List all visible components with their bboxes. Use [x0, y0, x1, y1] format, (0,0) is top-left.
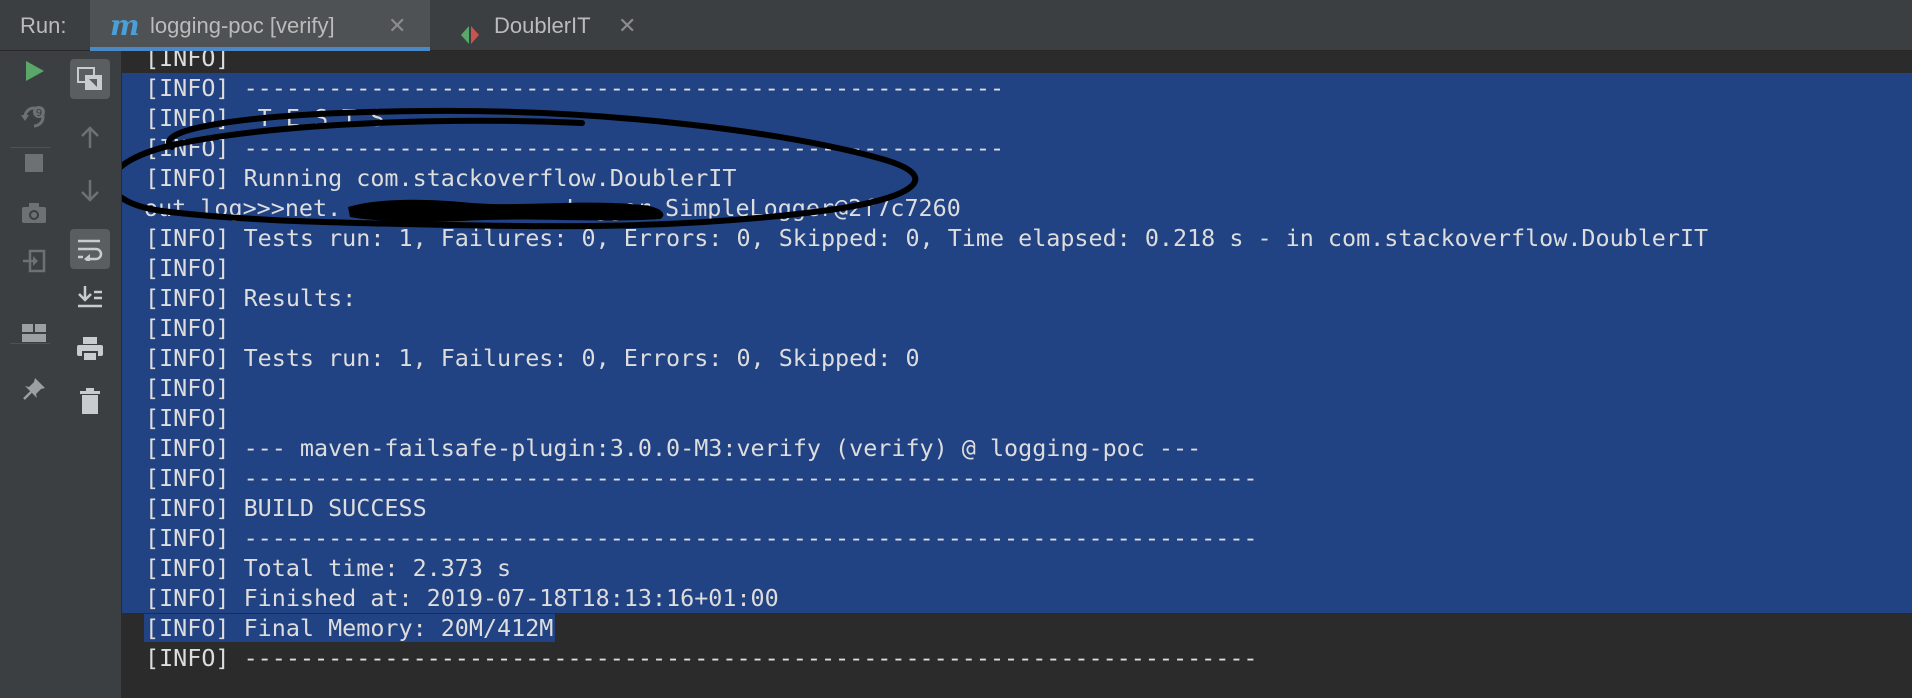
console-line: [INFO] Running com.stackoverflow.Doubler… — [122, 163, 1912, 193]
console-line: [INFO] Total time: 2.373 s — [122, 553, 1912, 583]
restore-layout-button[interactable] — [70, 59, 110, 99]
console-line: [INFO] Tests run: 1, Failures: 0, Errors… — [122, 223, 1912, 253]
restore-layout-icon — [77, 67, 102, 90]
console-line: [INFO] — [122, 313, 1912, 343]
svg-text:9: 9 — [36, 108, 42, 119]
dump-threads-button[interactable] — [14, 193, 54, 233]
console-output[interactable]: [INFO] [INFO] --------------------------… — [122, 51, 1912, 698]
login-button[interactable] — [14, 241, 54, 281]
trash-icon — [80, 388, 100, 414]
run-tool-window-label: Run: — [20, 13, 67, 38]
console-line: [INFO] ---------------------------------… — [122, 523, 1912, 553]
maven-m-icon: m — [110, 9, 140, 42]
console-line: [INFO] Finished at: 2019-07-18T18:13:16+… — [122, 583, 1912, 613]
run-button[interactable] — [14, 51, 54, 91]
layout-button[interactable] — [14, 313, 54, 353]
console-line: [INFO] — [122, 373, 1912, 403]
console-line: [INFO] Results: — [122, 283, 1912, 313]
console-line: [INFO] ---------------------------------… — [122, 133, 1912, 163]
previous-occurrence-button[interactable] — [70, 117, 110, 157]
pin-tab-button[interactable] — [14, 369, 54, 409]
scroll-to-end-button[interactable] — [70, 277, 110, 317]
run-tab-bar: Run: m logging-poc [verify] ✕ DoublerIT … — [0, 0, 1912, 51]
clear-all-button[interactable] — [70, 381, 110, 421]
close-icon[interactable]: ✕ — [618, 0, 636, 51]
stop-button[interactable] — [14, 143, 54, 183]
console-line: [INFO] Final Memory: 20M/412M — [144, 614, 556, 642]
soft-wrap-icon — [78, 239, 103, 261]
rerun-failed-icon: 9 — [21, 106, 45, 128]
scroll-to-end-icon — [78, 286, 102, 308]
print-icon — [77, 337, 103, 362]
camera-icon — [22, 203, 46, 223]
tab-logging-poc-verify[interactable]: m logging-poc [verify] ✕ — [90, 0, 430, 51]
close-icon[interactable]: ✕ — [388, 0, 406, 51]
tab-label: logging-poc [verify] — [150, 13, 335, 38]
run-icon — [26, 61, 44, 81]
console-line: [INFO] --- maven-failsafe-plugin:3.0.0-M… — [122, 433, 1912, 463]
login-icon — [23, 249, 46, 273]
console-line: [INFO] — [145, 51, 230, 72]
tab-label: DoublerIT — [494, 13, 591, 38]
console-line: [INFO] ---------------------------------… — [122, 73, 1912, 103]
stop-icon — [25, 154, 43, 172]
down-arrow-icon — [81, 180, 99, 202]
console-line: [INFO] — [122, 253, 1912, 283]
console-line: [INFO] ---------------------------------… — [122, 463, 1912, 493]
up-arrow-icon — [81, 126, 99, 148]
console-line: [INFO] Tests run: 1, Failures: 0, Errors… — [122, 343, 1912, 373]
soft-wrap-button[interactable] — [70, 229, 110, 269]
junit-icon — [458, 14, 482, 44]
run-actions-toolbar: 9 — [0, 51, 58, 698]
console-line: [INFO] BUILD SUCCESS — [122, 493, 1912, 523]
pin-icon — [23, 378, 45, 400]
layout-icon — [22, 324, 46, 342]
tab-doublerit[interactable]: DoublerIT ✕ — [440, 0, 660, 51]
console-line: [INFO] ---------------------------------… — [145, 644, 1258, 672]
print-button[interactable] — [70, 329, 110, 369]
rerun-failed-tests-button[interactable]: 9 — [14, 97, 54, 137]
console-line: [INFO] — [122, 403, 1912, 433]
next-occurrence-button[interactable] — [70, 171, 110, 211]
console-actions-toolbar — [58, 51, 122, 698]
console-line: out log>>>net. .Logger.SimpleLogger@2f7c… — [122, 193, 1912, 223]
console-line: [INFO] T E S T S — [122, 103, 1912, 133]
